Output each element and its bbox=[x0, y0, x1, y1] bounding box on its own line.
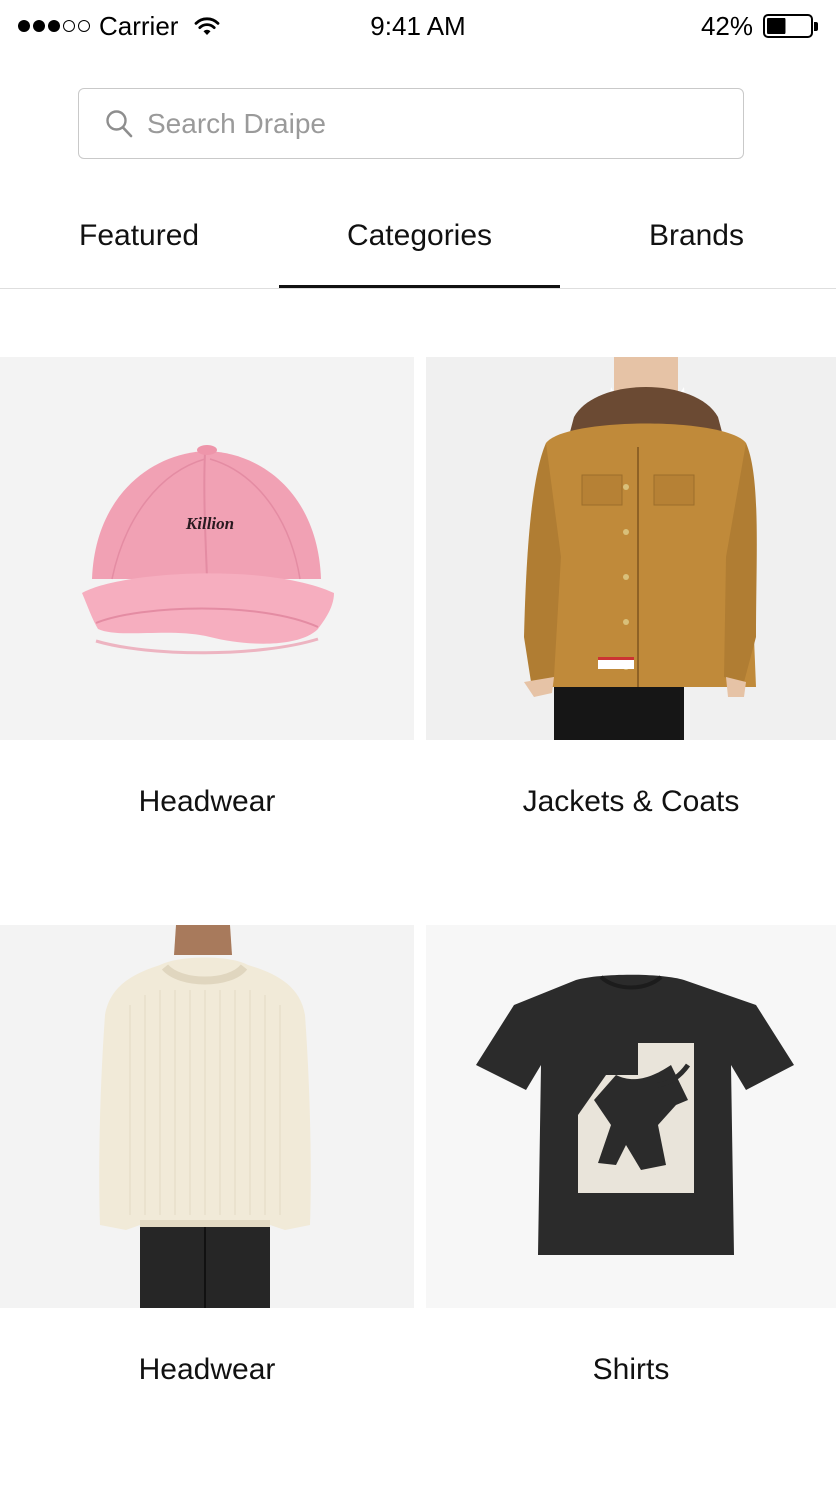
category-label[interactable]: Jackets & Coats bbox=[426, 785, 836, 819]
category-label[interactable]: Headwear bbox=[0, 785, 414, 819]
category-tile-jackets-coats[interactable] bbox=[426, 357, 836, 740]
status-bar: Carrier 9:41 AM 42% bbox=[0, 0, 836, 54]
tan-jacket-image bbox=[426, 357, 836, 740]
battery-level bbox=[767, 18, 786, 34]
category-label[interactable]: Headwear bbox=[0, 1353, 414, 1387]
category-label[interactable]: Shirts bbox=[426, 1353, 836, 1387]
category-tile-shirts[interactable] bbox=[426, 925, 836, 1308]
battery-icon bbox=[763, 14, 813, 38]
search-input[interactable] bbox=[147, 107, 707, 140]
cream-sweater-image bbox=[0, 925, 414, 1308]
tab-categories[interactable]: Categories bbox=[279, 185, 560, 287]
battery-percent: 42% bbox=[700, 10, 753, 41]
tab-featured[interactable]: Featured bbox=[0, 185, 279, 287]
pink-cap-image: Killion bbox=[0, 357, 414, 740]
search-icon bbox=[106, 109, 133, 137]
cap-logo-text: Killion bbox=[185, 514, 234, 533]
tab-bar: Featured Categories Brands bbox=[0, 185, 836, 289]
black-graphic-tshirt-image bbox=[426, 925, 836, 1308]
category-tile-headwear-2[interactable] bbox=[0, 925, 414, 1308]
category-tile-headwear[interactable]: Killion bbox=[0, 357, 414, 740]
tab-brands[interactable]: Brands bbox=[560, 185, 836, 287]
search-bar[interactable] bbox=[78, 88, 744, 159]
active-tab-indicator bbox=[279, 285, 560, 288]
battery-nub bbox=[814, 21, 818, 31]
status-right: 42% bbox=[701, 10, 818, 42]
